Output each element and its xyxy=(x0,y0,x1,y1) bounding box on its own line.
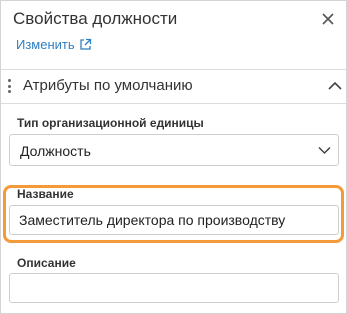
section-divider xyxy=(1,103,346,104)
external-link-icon xyxy=(79,38,92,51)
edit-link-label: Изменить xyxy=(16,37,75,52)
description-input[interactable] xyxy=(9,273,339,303)
section-title: Атрибуты по умолчанию xyxy=(23,77,193,94)
panel-title: Свойства должности xyxy=(13,9,178,28)
position-properties-panel: Свойства должности Изменить Атрибуты по … xyxy=(0,0,347,314)
drag-handle-icon[interactable] xyxy=(6,78,12,94)
name-label: Название xyxy=(17,187,74,201)
name-input[interactable] xyxy=(9,205,339,235)
panel-header: Свойства должности Изменить xyxy=(1,1,346,67)
chevron-up-icon[interactable] xyxy=(328,81,342,91)
org-unit-type-value: Должность xyxy=(20,143,91,159)
close-icon xyxy=(322,13,334,25)
close-button[interactable] xyxy=(317,8,339,30)
org-unit-type-select[interactable]: Должность xyxy=(9,134,339,166)
edit-link[interactable]: Изменить xyxy=(16,37,92,52)
chevron-down-icon xyxy=(318,146,331,155)
org-unit-type-label: Тип организационной единицы xyxy=(17,116,204,130)
description-label: Описание xyxy=(17,256,76,270)
section-header-default-attributes[interactable]: Атрибуты по умолчанию xyxy=(1,70,346,103)
